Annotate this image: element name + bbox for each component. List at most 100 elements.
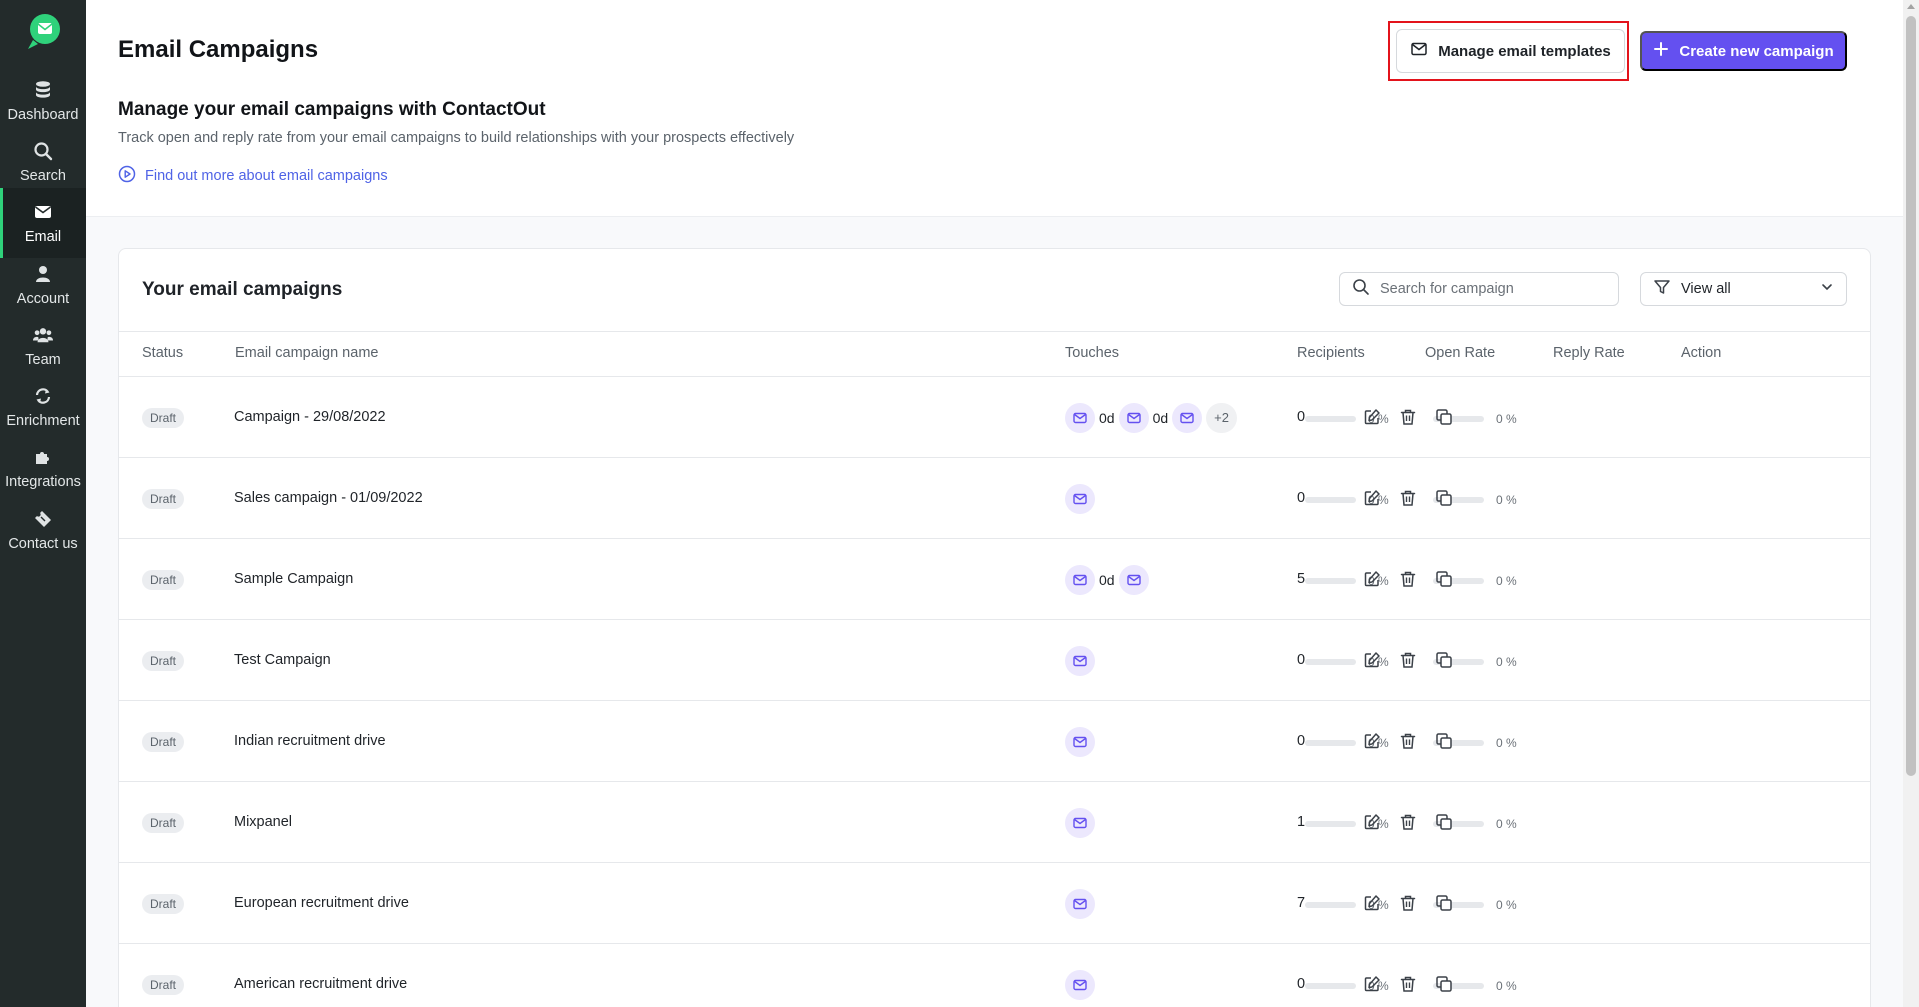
contactout-logo[interactable]	[24, 12, 64, 52]
open-rate-bar	[1305, 416, 1356, 422]
edit-icon[interactable]	[1362, 812, 1382, 832]
edit-icon[interactable]	[1362, 488, 1382, 508]
open-rate-bar	[1305, 497, 1356, 503]
trash-icon[interactable]	[1398, 650, 1418, 670]
sidebar-item-integrations[interactable]: Integrations	[0, 433, 86, 503]
sidebar-item-contact-us[interactable]: Contact us	[0, 495, 86, 565]
reply-rate-value: 0 %	[1496, 574, 1517, 588]
sidebar-item-team[interactable]: Team	[0, 311, 86, 381]
trash-icon[interactable]	[1398, 893, 1418, 913]
edit-icon[interactable]	[1362, 731, 1382, 751]
recipients-count: 0	[1297, 652, 1306, 668]
mail-icon	[1410, 40, 1428, 62]
trash-icon[interactable]	[1398, 407, 1418, 427]
touch-delay: 0d	[1152, 410, 1169, 426]
mail-icon	[1118, 403, 1149, 433]
open-rate-bar	[1305, 902, 1356, 908]
intro-subtitle: Manage your email campaigns with Contact…	[118, 99, 546, 120]
campaign-search-input[interactable]	[1380, 281, 1600, 297]
reply-rate-value: 0 %	[1496, 493, 1517, 507]
reply-rate-value: 0 %	[1496, 817, 1517, 831]
campaign-name[interactable]: Test Campaign	[234, 652, 331, 668]
sidebar-item-label: Account	[16, 290, 70, 307]
row-actions	[1362, 812, 1454, 832]
view-filter-dropdown[interactable]: View all	[1640, 272, 1847, 306]
table-row[interactable]: Draft American recruitment drive 0 0 % 0 %	[118, 944, 1871, 1007]
chevron-down-icon	[1820, 280, 1834, 298]
table-row[interactable]: Draft Sales campaign - 01/09/2022 0 0 % 0 %	[118, 458, 1871, 539]
database-icon	[33, 80, 53, 100]
sidebar-item-email[interactable]: Email	[0, 188, 86, 258]
row-actions	[1362, 731, 1454, 751]
trash-icon[interactable]	[1398, 974, 1418, 994]
create-new-campaign-button[interactable]: Create new campaign	[1640, 31, 1847, 71]
edit-icon[interactable]	[1362, 569, 1382, 589]
copy-icon[interactable]	[1434, 569, 1454, 589]
reply-rate-value: 0 %	[1496, 736, 1517, 750]
edit-icon[interactable]	[1362, 893, 1382, 913]
trash-icon[interactable]	[1398, 488, 1418, 508]
table-row[interactable]: Draft Indian recruitment drive 0 0 % 0 %	[118, 701, 1871, 782]
trash-icon[interactable]	[1398, 812, 1418, 832]
sidebar-item-search[interactable]: Search	[0, 127, 86, 197]
view-filter-label: View all	[1681, 281, 1731, 297]
table-row[interactable]: Draft Sample Campaign 0d 5 0 % 0 %	[118, 539, 1871, 620]
scrollbar[interactable]	[1903, 0, 1919, 1007]
trash-icon[interactable]	[1398, 731, 1418, 751]
sidebar-item-dashboard[interactable]: Dashboard	[0, 66, 86, 136]
learn-more-link[interactable]: Find out more about email campaigns	[118, 165, 388, 187]
campaign-name[interactable]: European recruitment drive	[234, 895, 409, 911]
ticket-icon	[33, 509, 53, 529]
trash-icon[interactable]	[1398, 569, 1418, 589]
copy-icon[interactable]	[1434, 893, 1454, 913]
campaign-search[interactable]	[1339, 272, 1619, 306]
campaign-name[interactable]: Campaign - 29/08/2022	[234, 409, 386, 425]
recipients-count: 0	[1297, 409, 1306, 425]
play-circle-icon	[118, 165, 136, 187]
copy-icon[interactable]	[1434, 407, 1454, 427]
column-header-open-rate: Open Rate	[1425, 345, 1496, 361]
mail-icon	[1065, 808, 1095, 838]
status-badge: Draft	[142, 489, 185, 509]
copy-icon[interactable]	[1434, 812, 1454, 832]
mail-icon	[33, 202, 53, 222]
sidebar-item-account[interactable]: Account	[0, 250, 86, 320]
campaign-name[interactable]: American recruitment drive	[234, 976, 407, 992]
reply-rate-value: 0 %	[1496, 412, 1517, 426]
status-badge: Draft	[142, 894, 185, 914]
manage-email-templates-button[interactable]: Manage email templates	[1396, 29, 1625, 73]
edit-icon[interactable]	[1362, 974, 1382, 994]
copy-icon[interactable]	[1434, 488, 1454, 508]
campaign-name[interactable]: Mixpanel	[234, 814, 292, 830]
edit-icon[interactable]	[1362, 650, 1382, 670]
table-row[interactable]: Draft European recruitment drive 7 0 % 0 %	[118, 863, 1871, 944]
open-rate-bar	[1305, 659, 1356, 665]
page-title: Email Campaigns	[118, 36, 319, 63]
table-row[interactable]: Draft Test Campaign 0 0 % 0 %	[118, 620, 1871, 701]
column-header-status: Status	[142, 345, 184, 361]
copy-icon[interactable]	[1434, 731, 1454, 751]
mail-icon	[1065, 646, 1095, 676]
table-row[interactable]: Draft Mixpanel 1 0 % 0 %	[118, 782, 1871, 863]
copy-icon[interactable]	[1434, 650, 1454, 670]
open-rate-bar	[1305, 821, 1356, 827]
sidebar-item-enrichment[interactable]: Enrichment	[0, 372, 86, 442]
campaign-name[interactable]: Sample Campaign	[234, 571, 353, 587]
puzzle-icon	[33, 447, 53, 467]
campaign-name[interactable]: Indian recruitment drive	[234, 733, 386, 749]
edit-icon[interactable]	[1362, 407, 1382, 427]
copy-icon[interactable]	[1434, 974, 1454, 994]
table-row[interactable]: Draft Campaign - 29/08/2022 0d 0d +2 0 0 % 0 %	[118, 377, 1871, 458]
scroll-up-arrow[interactable]	[1907, 4, 1915, 9]
mail-icon	[1065, 727, 1095, 757]
campaign-name[interactable]: Sales campaign - 01/09/2022	[234, 490, 423, 506]
sidebar-item-label: Email	[24, 228, 62, 245]
reply-rate-value: 0 %	[1496, 655, 1517, 669]
manage-email-templates-label: Manage email templates	[1438, 42, 1611, 60]
learn-more-label: Find out more about email campaigns	[145, 168, 388, 184]
table-divider	[118, 331, 1871, 332]
open-rate-bar	[1305, 578, 1356, 584]
scrollbar-thumb[interactable]	[1906, 16, 1916, 776]
more-touches-badge[interactable]: +2	[1206, 403, 1237, 433]
touches-list	[1065, 889, 1095, 919]
